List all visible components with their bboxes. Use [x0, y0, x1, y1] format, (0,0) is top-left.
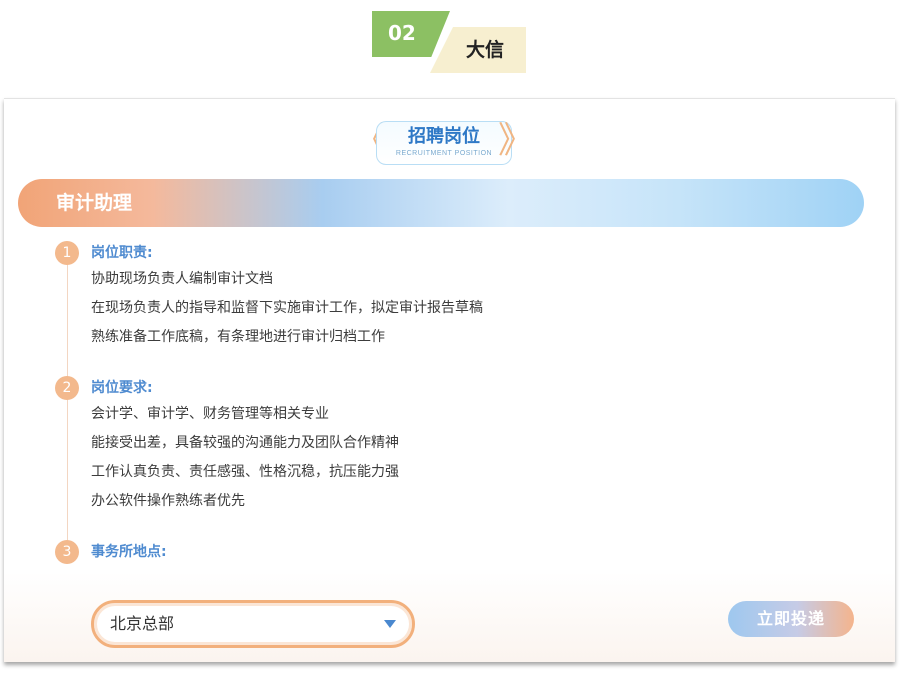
requirement-item: 办公软件操作熟练者优先 — [91, 493, 245, 509]
duty-item: 在现场负责人的指导和监督下实施审计工作，拟定审计报告草稿 — [91, 300, 483, 316]
requirements-title: 岗位要求: — [91, 380, 153, 396]
office-location-select[interactable]: 北京总部 — [91, 600, 415, 648]
duty-item: 熟练准备工作底稿，有条理地进行审计归档工作 — [91, 329, 385, 345]
section-3-number-badge: 3 — [55, 540, 79, 564]
company-name: 大信 — [430, 27, 526, 73]
recruitment-panel: 《 招聘岗位 RECRUITMENT POSITION 》 审计助理 1 岗位职… — [4, 98, 895, 662]
section-2-number-badge: 2 — [55, 376, 79, 400]
page-title-block: 《 招聘岗位 RECRUITMENT POSITION 》 — [354, 119, 534, 167]
title-frame: 招聘岗位 RECRUITMENT POSITION — [376, 121, 512, 165]
timeline-line — [67, 251, 68, 551]
requirement-item: 工作认真负责、责任感强、性格沉稳，抗压能力强 — [91, 464, 399, 480]
apply-button[interactable]: 立即投递 — [728, 601, 854, 637]
duty-item: 协助现场负责人编制审计文档 — [91, 271, 273, 287]
job-banner: 审计助理 — [18, 179, 864, 227]
duties-title: 岗位职责: — [91, 245, 153, 261]
section-tag: 02 大信 — [372, 11, 532, 77]
page-subtitle: RECRUITMENT POSITION — [395, 150, 493, 157]
office-location-value: 北京总部 — [110, 614, 175, 633]
section-1-number-badge: 1 — [55, 241, 79, 265]
requirement-item: 会计学、审计学、财务管理等相关专业 — [91, 406, 329, 422]
office-location-title: 事务所地点: — [91, 544, 167, 560]
section-number: 02 — [372, 11, 450, 57]
chevron-right-icon: 》 — [497, 120, 534, 161]
page-title: 招聘岗位 — [408, 126, 480, 147]
job-title: 审计助理 — [56, 192, 133, 214]
requirement-item: 能接受出差，具备较强的沟通能力及团队合作精神 — [91, 435, 399, 451]
chevron-down-icon[interactable] — [384, 620, 396, 628]
